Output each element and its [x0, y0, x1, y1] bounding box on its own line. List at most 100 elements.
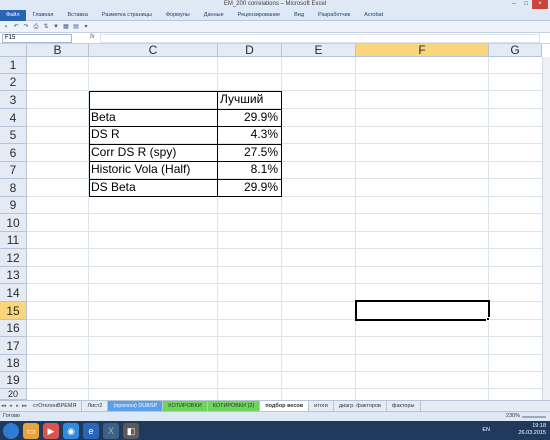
explorer-icon[interactable]: ▭ — [23, 422, 39, 439]
row-header-8[interactable]: 8 — [0, 179, 27, 197]
language-indicator[interactable]: EN — [482, 427, 490, 433]
row-header-15[interactable]: 15 — [0, 302, 27, 320]
row-header-13[interactable]: 13 — [0, 267, 27, 284]
sheet-tab[interactable]: стОтклонВРЕМЯ — [28, 401, 83, 411]
formula-input[interactable] — [100, 34, 540, 43]
tab-insert[interactable]: Вставка — [60, 12, 94, 18]
row-header-9[interactable]: 9 — [0, 197, 27, 214]
zoom-slider[interactable] — [522, 416, 546, 418]
zoom-level[interactable]: 230% — [506, 413, 520, 419]
gridline — [27, 371, 550, 372]
gridline — [27, 248, 550, 249]
gridline — [27, 354, 550, 355]
prev-sheet-icon[interactable]: ◂ — [7, 403, 14, 409]
worksheet-grid[interactable]: B C D E F G 1 2 3 4 5 6 7 8 9 10 11 12 1… — [0, 44, 550, 400]
tab-file[interactable]: Файл — [0, 9, 26, 21]
chrome-icon[interactable]: ◉ — [63, 422, 79, 439]
row-header-18[interactable]: 18 — [0, 355, 27, 372]
fx-icon[interactable]: fx — [90, 34, 95, 40]
sheet-tab-active[interactable]: подбор весов — [260, 401, 310, 411]
start-button-icon[interactable] — [3, 422, 19, 439]
row-header-4[interactable]: 4 — [0, 109, 27, 127]
filter-icon[interactable]: ▼ — [52, 23, 60, 31]
column-header-e[interactable]: E — [282, 44, 356, 57]
row-header-6[interactable]: 6 — [0, 144, 27, 162]
row-header-20[interactable]: 20 — [0, 389, 27, 400]
sheet-tabs-bar: ◂◂ ◂ ▸ ▸▸ стОтклонВРЕМЯ Лист2 (прогноз) … — [0, 400, 550, 411]
close-icon[interactable]: × — [532, 0, 548, 9]
row-header-16[interactable]: 16 — [0, 320, 27, 337]
sort-icon[interactable]: ⇅ — [42, 23, 50, 31]
row-header-14[interactable]: 14 — [0, 284, 27, 302]
save-icon[interactable]: ▪ — [2, 23, 10, 31]
first-sheet-icon[interactable]: ◂◂ — [0, 403, 7, 409]
tab-home[interactable]: Главная — [26, 12, 61, 18]
redo-icon[interactable]: ↷ — [22, 23, 30, 31]
cell-c8[interactable]: DS Beta — [89, 179, 217, 196]
column-header-g[interactable]: G — [489, 44, 542, 57]
cell-c6[interactable]: Corr DS R (spy) — [89, 144, 217, 161]
gridline — [27, 231, 550, 232]
tab-developer[interactable]: Разработчик — [311, 12, 357, 18]
selected-cell-f15[interactable] — [355, 300, 490, 321]
row-header-19[interactable]: 19 — [0, 372, 27, 389]
tab-view[interactable]: Вид — [287, 12, 311, 18]
status-bar: Готово 230% — [0, 411, 550, 421]
cell-c4[interactable]: Beta — [89, 109, 217, 126]
excel-icon[interactable]: X — [103, 422, 119, 439]
app-icon[interactable]: ◧ — [123, 422, 139, 439]
column-header-c[interactable]: C — [89, 44, 218, 57]
sheet-tab[interactable]: итоги — [309, 401, 334, 411]
gridline — [27, 283, 550, 284]
sheet-tab[interactable]: факторы — [387, 401, 421, 411]
undo-icon[interactable]: ↶ — [12, 23, 20, 31]
customize-icon[interactable]: ▾ — [82, 23, 90, 31]
cell-d3-header[interactable]: Лучший — [218, 91, 281, 108]
cell-c5[interactable]: DS R — [89, 126, 217, 143]
column-header-d[interactable]: D — [218, 44, 282, 57]
row-header-7[interactable]: 7 — [0, 162, 27, 179]
next-sheet-icon[interactable]: ▸ — [14, 403, 21, 409]
sheet-tab[interactable]: КОТИРОВКИ (2) — [207, 401, 261, 411]
cell-d5[interactable]: 4.3% — [218, 126, 281, 143]
row-header-11[interactable]: 11 — [0, 232, 27, 249]
sheet-tab[interactable]: (прогноз) DUBSP — [108, 401, 164, 411]
tab-acrobat[interactable]: Acrobat — [357, 12, 390, 18]
column-header-b[interactable]: B — [27, 44, 89, 57]
name-box[interactable]: F15 — [2, 34, 72, 43]
row-header-17[interactable]: 17 — [0, 337, 27, 355]
format-icon[interactable]: ▦ — [62, 23, 70, 31]
print-icon[interactable]: ⎙ — [32, 23, 40, 31]
cell-c7[interactable]: Historic Vola (Half) — [89, 161, 217, 178]
sheet-tab[interactable]: диагр. факторов — [334, 401, 387, 411]
tab-review[interactable]: Рецензирование — [231, 12, 287, 18]
row-header-12[interactable]: 12 — [0, 249, 27, 267]
tab-data[interactable]: Данные — [197, 12, 231, 18]
vertical-scrollbar[interactable] — [542, 57, 550, 400]
cell-d7[interactable]: 8.1% — [218, 161, 281, 178]
maximize-icon[interactable]: □ — [520, 0, 532, 9]
sheet-tab[interactable]: КОТИРОВКИ — [163, 401, 208, 411]
column-header-f[interactable]: F — [356, 44, 489, 57]
cell-d8[interactable]: 29.9% — [218, 179, 281, 196]
cell-d4[interactable]: 29.9% — [218, 109, 281, 126]
tab-page-layout[interactable]: Разметка страницы — [95, 12, 159, 18]
cell-d6[interactable]: 27.5% — [218, 144, 281, 161]
row-header-5[interactable]: 5 — [0, 127, 27, 144]
row-header-2[interactable]: 2 — [0, 74, 27, 91]
minimize-icon[interactable]: – — [508, 0, 520, 9]
select-all-corner[interactable] — [0, 44, 27, 57]
gridline — [27, 266, 550, 267]
row-header-3[interactable]: 3 — [0, 91, 27, 109]
last-sheet-icon[interactable]: ▸▸ — [21, 403, 28, 409]
sheet-tab[interactable]: Лист2 — [82, 401, 109, 411]
media-player-icon[interactable]: ▶ — [43, 422, 59, 439]
system-clock[interactable]: 19:18 26.03.2015 — [518, 423, 546, 437]
taskbar: ▭ ▶ ◉ e X ◧ EN 19:18 26.03.2015 — [0, 421, 550, 440]
fill-handle[interactable] — [486, 317, 490, 321]
row-header-1[interactable]: 1 — [0, 57, 27, 74]
row-header-10[interactable]: 10 — [0, 214, 27, 232]
tab-formulas[interactable]: Формулы — [159, 12, 197, 18]
ie-icon[interactable]: e — [83, 422, 99, 439]
chart-icon[interactable]: ▤ — [72, 23, 80, 31]
